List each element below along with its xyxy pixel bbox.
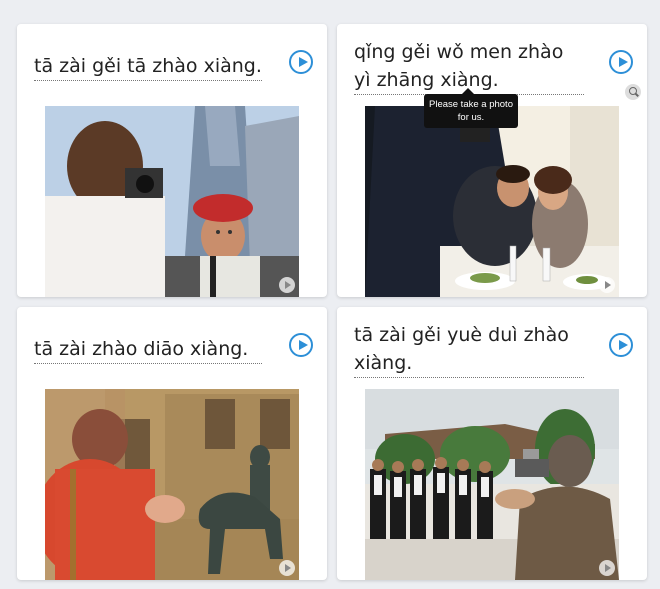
phrase-card-1[interactable]: tā zài gěi tā zhào xiàng. (17, 24, 327, 297)
photo-play-icon[interactable] (279, 560, 295, 576)
phrase-card-4[interactable]: tā zài gěi yuè duì zhào xiàng. (337, 307, 647, 580)
photo-play-icon[interactable] (599, 560, 615, 576)
card-photo (365, 106, 619, 297)
card-photo (45, 106, 299, 297)
photo-play-icon[interactable] (599, 277, 615, 293)
phrase-card-2[interactable]: qǐng gěi wǒ men zhào yì zhāng xiàng. (337, 24, 647, 297)
phrase-text: tā zài gěi tā zhào xiàng. (34, 52, 262, 81)
phrase-text: qǐng gěi wǒ men zhào yì zhāng xiàng. (354, 38, 584, 95)
card-photo (365, 389, 619, 580)
phrase-card-3[interactable]: tā zài zhào diāo xiàng. (17, 307, 327, 580)
card-photo (45, 389, 299, 580)
play-audio-icon[interactable] (289, 50, 313, 74)
phrase-text: tā zài gěi yuè duì zhào xiàng. (354, 321, 584, 378)
zoom-icon[interactable] (625, 84, 641, 100)
play-audio-icon[interactable] (609, 50, 633, 74)
play-audio-icon[interactable] (289, 333, 313, 357)
play-audio-icon[interactable] (609, 333, 633, 357)
photo-play-icon[interactable] (279, 277, 295, 293)
translation-tooltip: Please take a photo for us. (424, 88, 518, 128)
phrase-text: tā zài zhào diāo xiàng. (34, 335, 262, 364)
